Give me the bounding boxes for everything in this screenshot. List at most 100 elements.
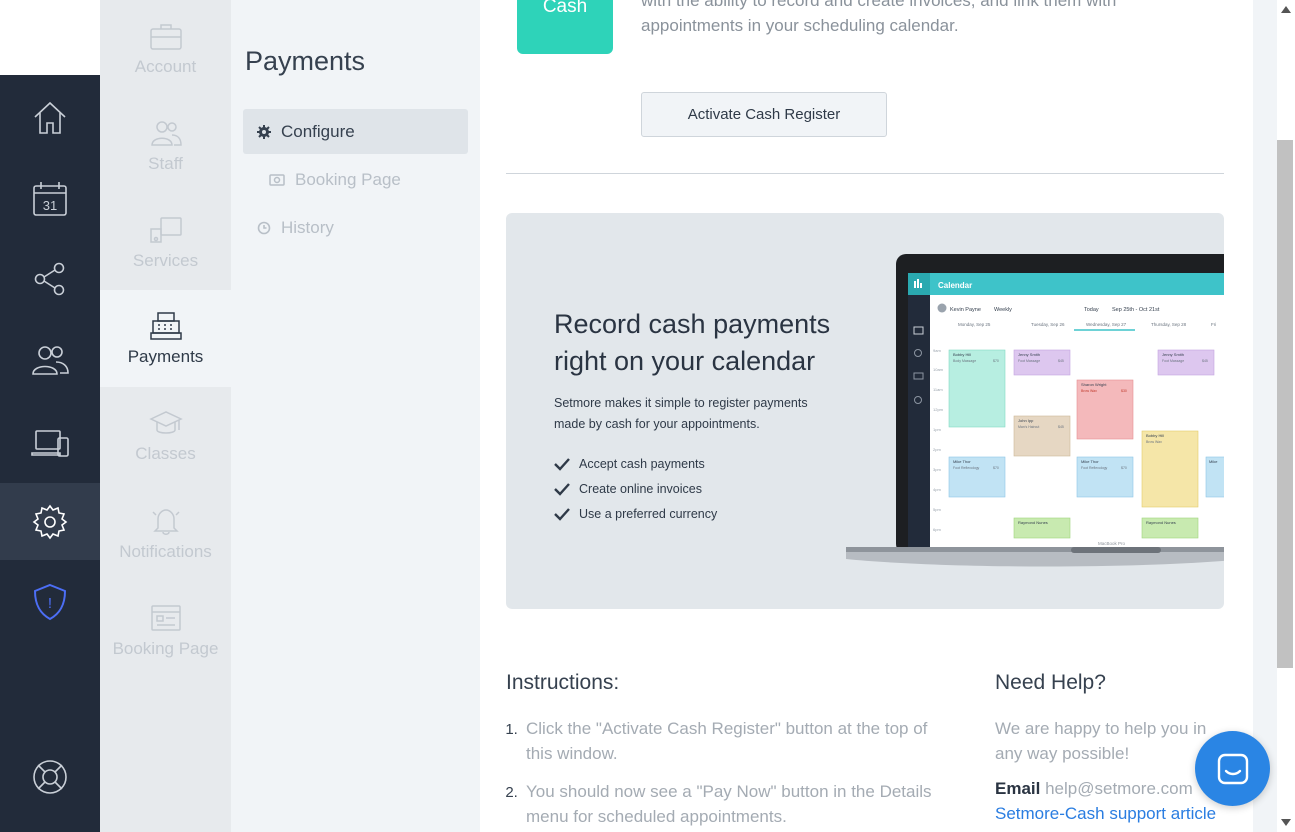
chat-launcher-button[interactable] <box>1195 731 1270 806</box>
divider <box>506 173 1224 174</box>
appointment-price: $45 <box>1202 359 1208 363</box>
shield-alert-icon: ! <box>33 583 67 621</box>
feature-item: Create online invoices <box>554 476 717 501</box>
rail-calendar[interactable]: 31 <box>0 159 100 239</box>
time-label: 1pm <box>933 427 941 432</box>
clock-icon <box>257 221 271 234</box>
instruction-step: You should now see a "Pay Now" button in… <box>522 779 952 829</box>
scroll-down-arrow-icon[interactable] <box>1281 819 1291 826</box>
rail-share[interactable] <box>0 239 100 319</box>
promo-title: Record cash payments right on your calen… <box>554 309 831 376</box>
appointment-service: Foot Massage <box>1018 359 1040 363</box>
checkmark-icon <box>554 457 570 471</box>
time-label: 4pm <box>933 487 941 492</box>
services-icon <box>149 216 182 243</box>
help-text: We are happy to help you in any way poss… <box>995 719 1207 763</box>
category-services[interactable]: Services <box>100 194 231 291</box>
category-classes[interactable]: Classes <box>100 387 231 484</box>
category-staff[interactable]: Staff <box>100 97 231 194</box>
help-email-row: Email help@setmore.com <box>995 779 1193 799</box>
appointment-service: Foot Reflexology <box>953 466 980 470</box>
customers-icon <box>32 346 69 375</box>
appointment-service: Man's Haircut <box>1018 425 1039 429</box>
svg-text:31: 31 <box>43 198 57 213</box>
day-label: Monday, Sep 25 <box>958 322 991 327</box>
checkmark-icon <box>554 507 570 521</box>
day-label: Thursday, Sep 28 <box>1151 322 1187 327</box>
settings-icon <box>32 504 68 539</box>
appointment-price: $45 <box>1058 425 1064 429</box>
category-label: Services <box>132 250 199 270</box>
help-email[interactable]: help@setmore.com <box>1045 779 1193 798</box>
briefcase-icon <box>149 23 182 50</box>
appointment-name: Bobby Hill <box>1146 433 1164 438</box>
screen-staff: Kevin Payne <box>950 307 981 313</box>
time-label: 2pm <box>933 447 941 452</box>
screen-app-title: Calendar <box>938 281 972 290</box>
appointment-price: $30 <box>1121 389 1127 393</box>
svg-text:!: ! <box>48 595 52 612</box>
appointment-price: $70 <box>1121 466 1127 470</box>
calendar-icon: 31 <box>33 182 67 216</box>
bell-icon <box>151 508 180 535</box>
activate-cash-register-button[interactable]: Activate Cash Register <box>641 92 887 137</box>
time-label: 3pm <box>933 467 941 472</box>
screen-range: Sep 25th - Oct 21st <box>1112 307 1160 313</box>
help-lifebuoy-icon <box>33 760 67 794</box>
screen-today: Today <box>1084 307 1099 313</box>
category-label: Staff <box>148 153 183 173</box>
appointment-name: Mike <box>1209 459 1218 464</box>
rail-help[interactable] <box>0 737 100 817</box>
checkmark-icon <box>554 482 570 496</box>
submenu-label: Booking Page <box>295 169 401 189</box>
rail-customers[interactable] <box>0 320 100 400</box>
share-icon <box>34 262 65 296</box>
rail-security[interactable]: ! <box>0 562 100 642</box>
scroll-up-arrow-icon[interactable] <box>1281 6 1291 13</box>
category-notifications[interactable]: Notifications <box>100 485 231 582</box>
submenu-title: Payments <box>245 46 366 76</box>
rail-logo-area <box>0 0 100 75</box>
promo-description: Setmore makes it simple to register paym… <box>554 396 808 431</box>
instructions-title: Instructions: <box>506 671 620 694</box>
category-account[interactable]: Account <box>100 0 231 97</box>
time-label: 10am <box>933 367 944 372</box>
instruction-step: Click the "Activate Cash Register" butto… <box>522 716 952 766</box>
payments-submenu: Payments Configure Booking Page History <box>231 0 480 832</box>
category-label: Notifications <box>119 541 212 561</box>
scrollbar-thumb[interactable] <box>1277 140 1293 668</box>
appointment-name: Bobby Hill <box>953 352 971 357</box>
device-label: MacBook Pro <box>1098 541 1126 546</box>
category-booking-page[interactable]: Booking Page <box>100 582 231 679</box>
rail-devices[interactable] <box>0 403 100 483</box>
appointment-name: Raymond Nunes <box>1146 520 1176 525</box>
rail-home[interactable] <box>0 78 100 158</box>
help-title: Need Help? <box>995 671 1106 694</box>
staff-icon <box>150 120 182 146</box>
appointment-service: Brow Wax <box>1081 389 1097 393</box>
submenu-configure[interactable]: Configure <box>243 109 468 154</box>
support-article-link[interactable]: Setmore-Cash support article <box>995 804 1216 824</box>
rail-settings[interactable] <box>0 483 100 560</box>
feature-item: Use a preferred currency <box>554 501 717 526</box>
payments-main: Cash with the ability to record and crea… <box>480 0 1253 832</box>
booking-page-icon <box>150 604 181 631</box>
cash-badge: Cash <box>517 0 613 54</box>
category-payments[interactable]: Payments <box>100 290 231 387</box>
feature-label: Accept cash payments <box>579 456 705 471</box>
home-icon <box>34 101 66 134</box>
day-label: Fri <box>1211 322 1216 327</box>
promo-banner: Record cash payments right on your calen… <box>506 213 1224 609</box>
appointment-service: Brow Wax <box>1146 440 1162 444</box>
category-label: Payments <box>127 346 204 366</box>
submenu-booking-page[interactable]: Booking Page <box>243 157 468 202</box>
time-label: 5pm <box>933 507 941 512</box>
screen-view: Weekly <box>994 307 1012 313</box>
appointment-price: $70 <box>993 359 999 363</box>
time-label: 6pm <box>933 527 941 532</box>
submenu-label: Configure <box>281 121 355 141</box>
category-label: Account <box>134 56 197 76</box>
day-label: Tuesday, Sep 26 <box>1031 322 1065 327</box>
submenu-history[interactable]: History <box>243 205 468 250</box>
feature-label: Use a preferred currency <box>579 506 718 521</box>
